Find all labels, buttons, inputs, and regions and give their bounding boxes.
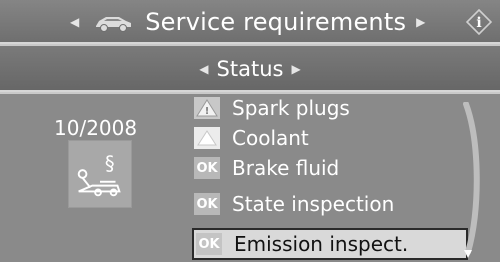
list-item-label: Brake fluid xyxy=(232,156,340,180)
ok-badge: OK xyxy=(196,233,222,255)
list-item[interactable]: OK Brake fluid xyxy=(192,154,468,182)
list-item[interactable]: ! Spark plugs xyxy=(192,94,468,122)
idrive-screen: ◀ Service requirements ▶ i ◀ Status ▶ 10… xyxy=(0,0,500,262)
service-icon: § xyxy=(68,140,132,208)
window-title: Service requirements xyxy=(145,8,407,36)
title-bar: ◀ Service requirements ▶ i xyxy=(0,0,500,44)
info-icon[interactable]: i xyxy=(466,9,492,35)
status-arrow-right-icon[interactable]: ▶ xyxy=(291,63,300,75)
list-item[interactable]: OK State inspection xyxy=(192,190,468,218)
service-list: ! Spark plugs Coolant OK Brake fluid OK xyxy=(192,94,472,262)
svg-text:!: ! xyxy=(205,106,210,117)
scroll-indicator[interactable] xyxy=(462,102,492,260)
list-item-selected[interactable]: OK Emission inspect. xyxy=(192,228,468,260)
main-panel: 10/2008 § ! Spark plugs Coolant OK Brake… xyxy=(0,94,500,262)
list-item-label: Emission inspect. xyxy=(234,232,409,256)
ok-badge: OK xyxy=(194,157,220,179)
scroll-down-icon xyxy=(464,250,472,258)
ok-badge: OK xyxy=(194,193,220,215)
status-arrow-left-icon[interactable]: ◀ xyxy=(199,63,208,75)
list-item[interactable]: Coolant xyxy=(192,124,468,152)
warning-triangle-icon: ! xyxy=(194,97,220,119)
info-glyph: i xyxy=(476,15,481,31)
title-group[interactable]: ◀ Service requirements ▶ xyxy=(70,6,425,38)
status-label: Status xyxy=(216,57,284,81)
status-bar: ◀ Status ▶ xyxy=(0,46,500,92)
arrow-left-icon[interactable]: ◀ xyxy=(70,16,79,28)
list-item-label: Coolant xyxy=(232,126,309,150)
status-selector[interactable]: ◀ Status ▶ xyxy=(0,54,500,84)
arrow-right-icon[interactable]: ▶ xyxy=(416,16,425,28)
warning-triangle-icon xyxy=(194,127,220,149)
list-item-label: State inspection xyxy=(232,192,395,216)
car-icon xyxy=(96,17,132,32)
service-date: 10/2008 xyxy=(54,116,138,140)
section-glyph: § xyxy=(105,152,115,175)
list-item-label: Spark plugs xyxy=(232,96,350,120)
